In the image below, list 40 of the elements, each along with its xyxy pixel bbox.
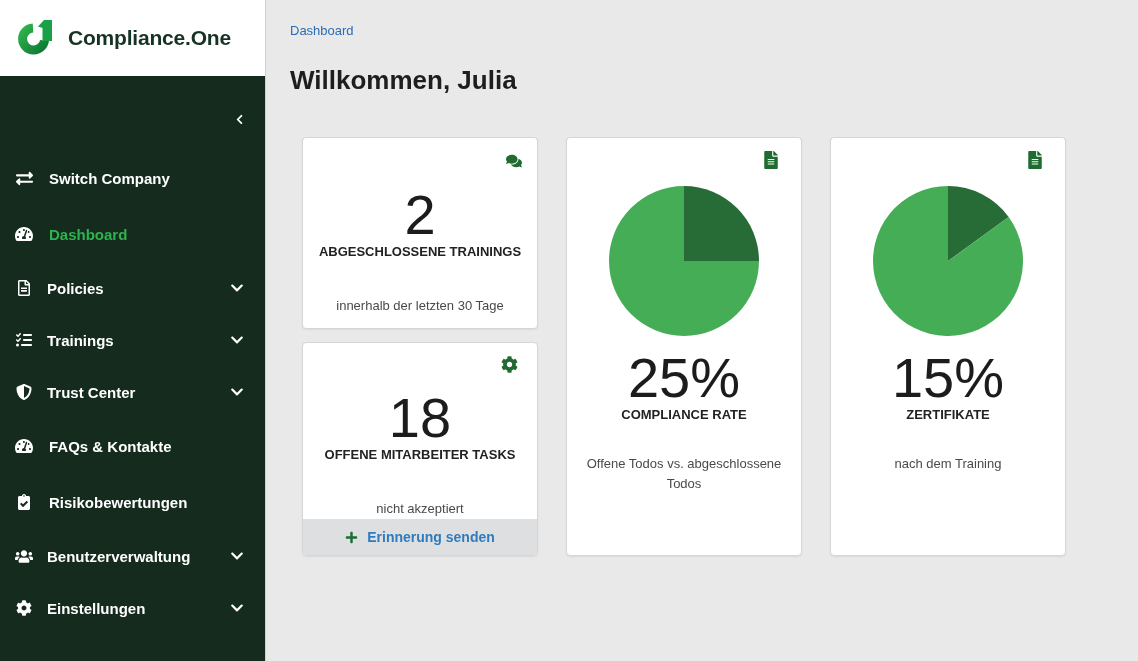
nav-item[interactable]: Risikobewertungen bbox=[0, 474, 265, 530]
stat-title: OFFENE MITARBEITER TASKS bbox=[324, 446, 516, 464]
logo-icon bbox=[15, 19, 53, 57]
checklist-icon bbox=[16, 332, 32, 348]
stat-subtitle: nicht akzeptiert bbox=[375, 500, 465, 518]
swap-arrows-icon bbox=[15, 169, 33, 187]
breadcrumb-link[interactable]: Dashboard bbox=[290, 22, 354, 40]
nav-item[interactable]: Switch Company bbox=[0, 150, 265, 206]
stat-value: 18 bbox=[388, 390, 452, 446]
document-icon bbox=[16, 280, 32, 296]
nav-item[interactable]: Policies bbox=[0, 262, 265, 314]
nav-item[interactable]: FAQs & Kontakte bbox=[0, 418, 265, 474]
page-title: Willkommen, Julia bbox=[290, 64, 517, 96]
plus-icon bbox=[345, 530, 359, 544]
stat-value: 25% bbox=[627, 350, 741, 406]
gear-icon bbox=[501, 356, 518, 373]
nav-item[interactable]: Trust Center bbox=[0, 366, 265, 418]
collapse-button[interactable] bbox=[234, 114, 245, 125]
document-icon bbox=[1026, 151, 1044, 169]
stat-value: 15% bbox=[891, 350, 1005, 406]
stat-subtitle: Offene Todos vs. abgeschlossene Todos bbox=[585, 455, 783, 493]
stat-subtitle: nach dem Training bbox=[893, 455, 1003, 473]
nav-item[interactable]: Trainings bbox=[0, 314, 265, 366]
stat-value: 2 bbox=[404, 187, 436, 243]
gear-icon bbox=[16, 600, 32, 616]
shield-icon bbox=[16, 384, 32, 400]
chevron-left-icon bbox=[234, 114, 245, 125]
gauge-icon bbox=[15, 225, 33, 243]
document-icon bbox=[762, 151, 780, 169]
nav-item[interactable]: Benutzerverwaltung bbox=[0, 530, 265, 582]
chat-bubbles-icon bbox=[506, 153, 522, 169]
nav-item[interactable]: Einstellungen bbox=[0, 582, 265, 634]
stat-subtitle: innerhalb der letzten 30 Tage bbox=[335, 297, 505, 315]
stat-title: ABGESCHLOSSENE TRAININGS bbox=[318, 243, 522, 261]
stat-title: ZERTIFIKATE bbox=[906, 406, 990, 424]
gauge-icon bbox=[15, 437, 33, 455]
nav-item[interactable]: Dashboard bbox=[0, 206, 265, 262]
stat-title: COMPLIANCE RATE bbox=[621, 406, 747, 424]
clipboard-check-icon bbox=[16, 494, 32, 510]
logo-text: Compliance.One bbox=[68, 26, 231, 50]
